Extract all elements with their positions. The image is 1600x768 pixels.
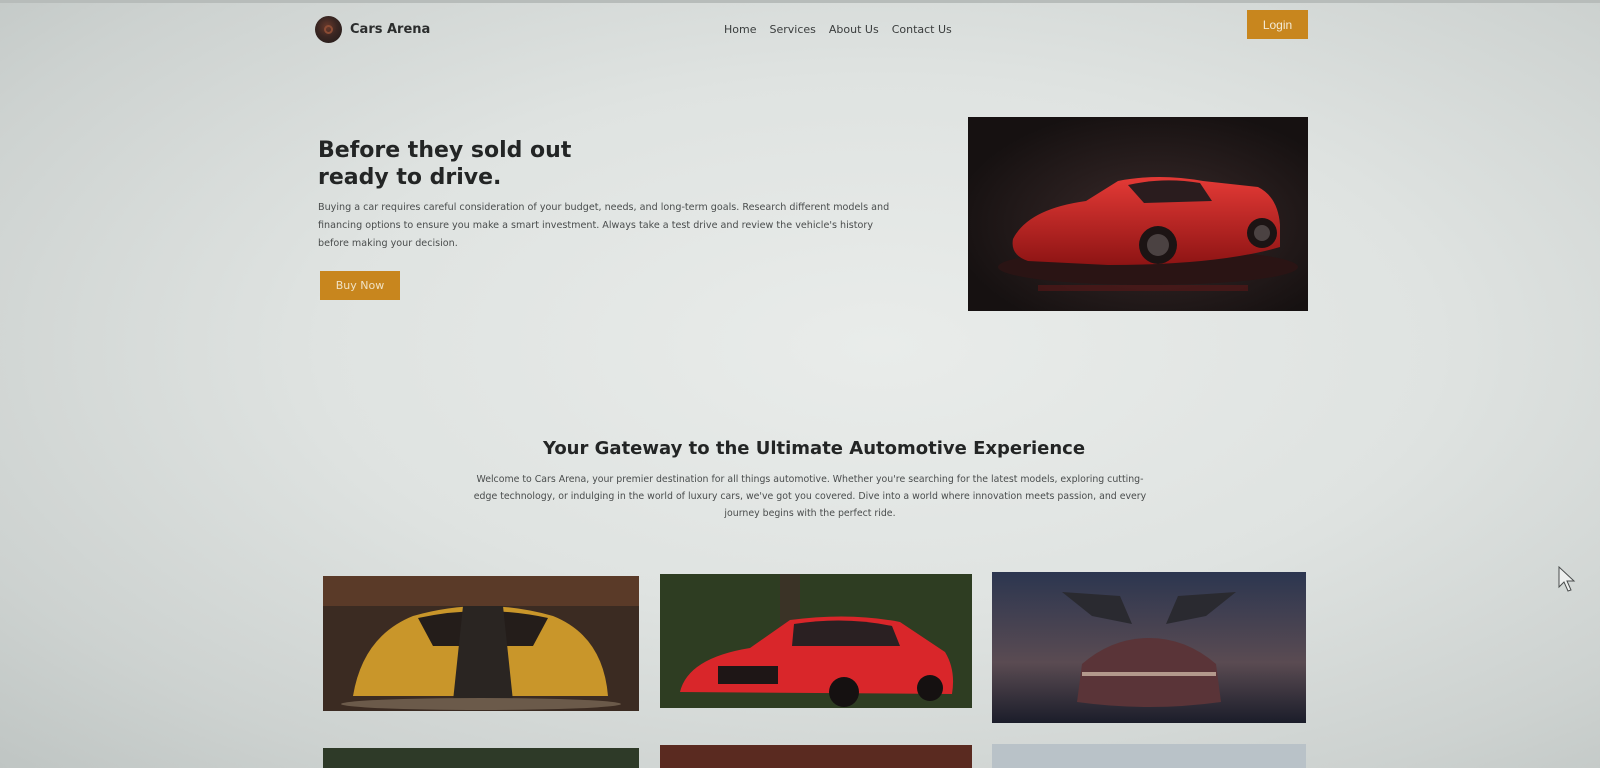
- hero-title-line-2: ready to drive.: [318, 165, 502, 190]
- nav-about-us[interactable]: About Us: [829, 23, 879, 36]
- gallery-gullwing-concept-image[interactable]: [992, 572, 1306, 723]
- gallery-yellow-supercar-image[interactable]: [323, 576, 639, 711]
- brand-name[interactable]: Cars Arena: [350, 22, 430, 37]
- nav-services[interactable]: Services: [769, 23, 815, 36]
- mouse-cursor-icon: [1558, 565, 1576, 596]
- nav-home[interactable]: Home: [724, 23, 756, 36]
- gallery-car-image-5[interactable]: [660, 745, 972, 768]
- brand-logo-icon[interactable]: [315, 16, 342, 43]
- main-nav: Home Services About Us Contact Us: [724, 23, 952, 36]
- gateway-description: Welcome to Cars Arena, your premier dest…: [473, 474, 1147, 519]
- gallery-red-mercedes-image[interactable]: [660, 574, 972, 708]
- gallery-car-image-6[interactable]: [992, 744, 1306, 768]
- hero-title-line-1: Before they sold out: [318, 138, 572, 163]
- hero-title: Before they sold out ready to drive.: [318, 137, 738, 191]
- buy-now-button[interactable]: Buy Now: [320, 271, 400, 300]
- nav-contact-us[interactable]: Contact Us: [892, 23, 952, 36]
- gallery-car-image-4[interactable]: [323, 748, 639, 768]
- gateway-title: Your Gateway to the Ultimate Automotive …: [542, 438, 1086, 459]
- window-top-edge: [0, 0, 1600, 3]
- login-button[interactable]: Login: [1247, 10, 1308, 39]
- hero-description: Buying a car requires careful considerat…: [318, 202, 890, 249]
- hero-car-image: [968, 117, 1308, 311]
